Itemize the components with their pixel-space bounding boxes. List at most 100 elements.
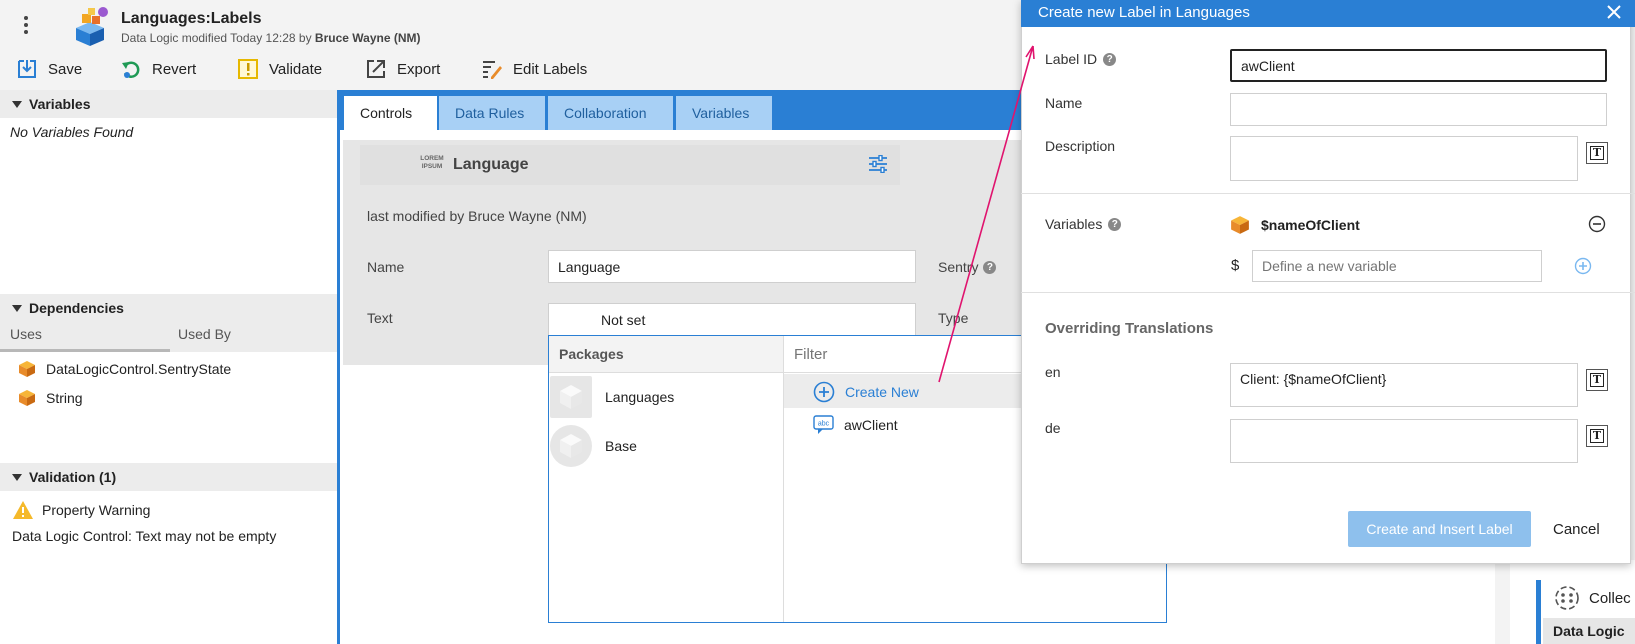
- cancel-button[interactable]: Cancel: [1553, 521, 1600, 538]
- validation-header-label: Validation (1): [29, 469, 117, 485]
- label-id-label-group: Label ID ?: [1045, 51, 1117, 67]
- dependencies-header-label: Dependencies: [29, 300, 124, 316]
- text-select[interactable]: Not set: [548, 303, 916, 336]
- remove-variable-icon[interactable]: [1588, 215, 1606, 233]
- data-logic-header: Data Logic: [1543, 618, 1635, 644]
- save-icon: [18, 60, 36, 78]
- edit-labels-button[interactable]: Edit Labels: [481, 56, 587, 82]
- settings-sliders-icon[interactable]: [868, 155, 888, 173]
- translate-text-icon[interactable]: T: [1586, 425, 1608, 447]
- revert-button[interactable]: Revert: [120, 56, 196, 82]
- tab-collaboration[interactable]: Collaboration: [548, 96, 673, 130]
- variables-label-group: Variables ?: [1045, 216, 1122, 232]
- no-variables-text: No Variables Found: [10, 124, 134, 140]
- tab-uses-indicator: [0, 349, 170, 352]
- dialog-title: Create new Label in Languages: [1038, 4, 1250, 21]
- lorem-ipsum-icon: LOREM IPSUM: [420, 155, 444, 171]
- save-button[interactable]: Save: [16, 56, 82, 82]
- add-circle-icon: [813, 381, 835, 403]
- create-new-button[interactable]: Create New: [813, 381, 919, 403]
- dependency-label: DataLogicControl.SentryState: [46, 361, 232, 377]
- subtitle-text: Data Logic modified Today 12:28 by: [121, 31, 312, 45]
- create-new-label: Create New: [845, 384, 919, 400]
- collect-label: Collec: [1589, 589, 1631, 607]
- package-cube-icon: [19, 361, 35, 377]
- translation-input-de[interactable]: [1230, 419, 1578, 463]
- edit-labels-icon: [483, 61, 502, 79]
- dialog-divider: [1021, 193, 1635, 194]
- dependency-item[interactable]: String: [18, 389, 83, 407]
- dependencies-section-header[interactable]: Dependencies: [0, 294, 337, 322]
- collapse-triangle-icon: [12, 305, 22, 312]
- tab-controls[interactable]: Controls: [344, 96, 437, 130]
- dollar-prefix: $: [1231, 257, 1240, 274]
- collapse-triangle-icon: [12, 474, 22, 481]
- label-item[interactable]: abc awClient: [813, 415, 898, 435]
- name-input[interactable]: Language: [548, 250, 916, 283]
- dependency-label: String: [46, 390, 83, 406]
- more-menu-icon[interactable]: [20, 14, 32, 36]
- label-id-input[interactable]: awClient: [1230, 49, 1607, 82]
- tab-used-by[interactable]: Used By: [178, 326, 231, 342]
- export-button[interactable]: Export: [365, 56, 440, 82]
- save-label: Save: [48, 60, 83, 78]
- property-warning: Property Warning: [12, 500, 150, 520]
- package-languages[interactable]: Languages: [605, 389, 674, 405]
- toolbox-item-collect[interactable]: Collec: [1553, 584, 1631, 612]
- tab-data-rules[interactable]: Data Rules: [439, 96, 545, 130]
- description-input[interactable]: [1230, 136, 1578, 181]
- create-and-insert-button[interactable]: Create and Insert Label: [1348, 511, 1531, 547]
- control-title: Language: [453, 156, 529, 173]
- page-title: Languages:Labels: [121, 10, 262, 27]
- dependency-tabs: [0, 322, 337, 352]
- variable-cube-icon: [1231, 216, 1249, 234]
- create-label-dialog: [1021, 0, 1631, 564]
- description-label: Description: [1045, 138, 1116, 154]
- packages-header: Packages: [559, 346, 624, 362]
- dependency-item[interactable]: DataLogicControl.SentryState: [18, 360, 231, 378]
- new-variable-input[interactable]: [1252, 250, 1542, 282]
- label-id-label: Label ID: [1045, 51, 1098, 67]
- name-label: Name: [367, 259, 405, 275]
- variable-item: $nameOfClient: [1230, 215, 1360, 235]
- toolbox-accent: [1536, 580, 1541, 644]
- export-icon: [367, 60, 385, 78]
- base-package-icon: [550, 425, 592, 467]
- variable-name: $nameOfClient: [1261, 217, 1360, 233]
- label-item-text: awClient: [844, 417, 898, 433]
- label-bubble-icon: abc: [813, 415, 834, 434]
- add-variable-icon[interactable]: [1574, 257, 1592, 275]
- translation-input-en[interactable]: Client: {$nameOfClient}: [1230, 363, 1578, 407]
- export-label: Export: [397, 60, 441, 78]
- package-base[interactable]: Base: [605, 438, 637, 454]
- revert-icon: [122, 61, 140, 78]
- translate-text-icon[interactable]: T: [1586, 142, 1608, 164]
- variables-section-header[interactable]: Variables: [0, 90, 337, 118]
- subtitle-user: Bruce Wayne (NM): [314, 31, 421, 45]
- revert-label: Revert: [152, 60, 197, 78]
- validate-button[interactable]: Validate: [237, 56, 322, 82]
- annotation-arrow: [938, 45, 1035, 383]
- dialog-divider: [1021, 292, 1635, 293]
- translation-lang-de: de: [1045, 420, 1061, 436]
- validation-section-header[interactable]: Validation (1): [0, 463, 337, 491]
- warning-icon: [13, 501, 33, 519]
- validate-label: Validate: [269, 60, 323, 78]
- name-field-input[interactable]: [1230, 93, 1607, 126]
- warning-box-icon: [238, 59, 258, 79]
- tab-variables[interactable]: Variables: [676, 96, 772, 130]
- dialog-title-bar: Create new Label in Languages: [1021, 0, 1635, 27]
- app-logo-icon: [70, 6, 112, 48]
- close-icon[interactable]: [1606, 4, 1622, 20]
- last-modified-text: last modified by Bruce Wayne (NM): [367, 208, 587, 224]
- translate-text-icon[interactable]: T: [1586, 369, 1608, 391]
- variables-field-label: Variables: [1045, 216, 1103, 232]
- help-icon[interactable]: ?: [1108, 217, 1122, 231]
- tab-uses[interactable]: Uses: [10, 326, 42, 342]
- variables-header-label: Variables: [29, 96, 91, 112]
- warning-message: Data Logic Control: Text may not be empt…: [12, 528, 277, 544]
- help-icon[interactable]: ?: [1103, 52, 1117, 66]
- svg-text:abc: abc: [818, 421, 830, 428]
- page-subtitle: Data Logic modified Today 12:28 by Bruce…: [121, 31, 421, 45]
- icon-text-1: LOREM: [420, 155, 444, 162]
